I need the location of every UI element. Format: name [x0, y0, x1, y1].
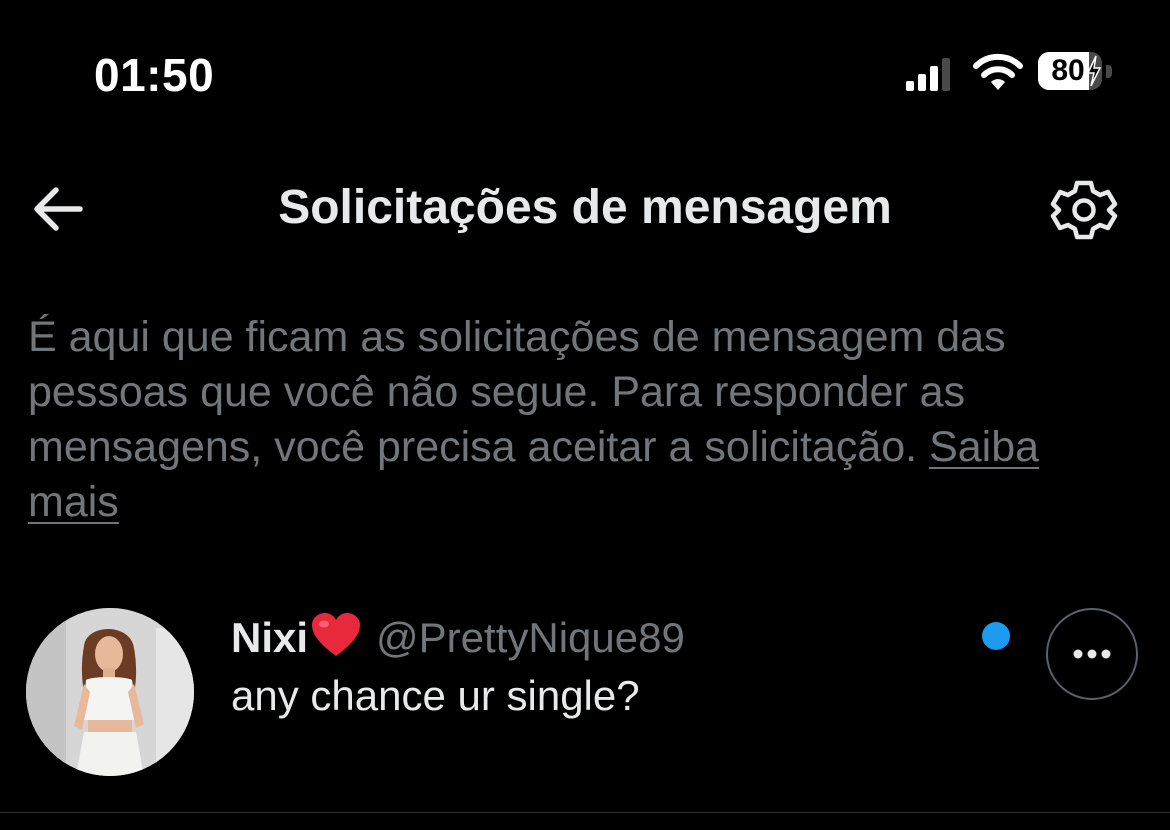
info-text: É aqui que ficam as solicitações de mens… — [28, 310, 1128, 530]
page-title: Solicitações de mensagem — [278, 181, 892, 234]
status-time: 01:50 — [94, 49, 215, 101]
cellular-signal-icon — [906, 58, 950, 91]
gear-icon — [1050, 180, 1118, 240]
settings-button[interactable] — [1050, 176, 1118, 244]
red-heart-icon — [312, 613, 361, 656]
message-preview: any chance ur single? — [231, 672, 640, 719]
more-options-button[interactable] — [1046, 608, 1138, 700]
wifi-icon — [973, 53, 1023, 90]
avatar[interactable] — [26, 608, 194, 776]
battery-charging-icon: 80 — [1038, 52, 1114, 92]
sender-name: Nixi — [231, 614, 309, 661]
info-description: É aqui que ficam as solicitações de mens… — [28, 313, 1006, 471]
sender-handle: @PrettyNique89 — [376, 614, 685, 661]
status-bar: 01:50 80 — [0, 0, 1170, 150]
list-divider — [0, 812, 1170, 813]
battery-body: 80 — [1038, 52, 1102, 90]
sender-line: Nixi @PrettyNique89 — [231, 612, 685, 664]
charging-bolt-icon — [1086, 55, 1102, 87]
unread-indicator — [982, 622, 1010, 650]
battery-cap — [1106, 65, 1112, 78]
more-horizontal-icon — [1073, 649, 1111, 659]
message-request-row[interactable]: Nixi @PrettyNique89 any chance ur single… — [0, 588, 1170, 812]
